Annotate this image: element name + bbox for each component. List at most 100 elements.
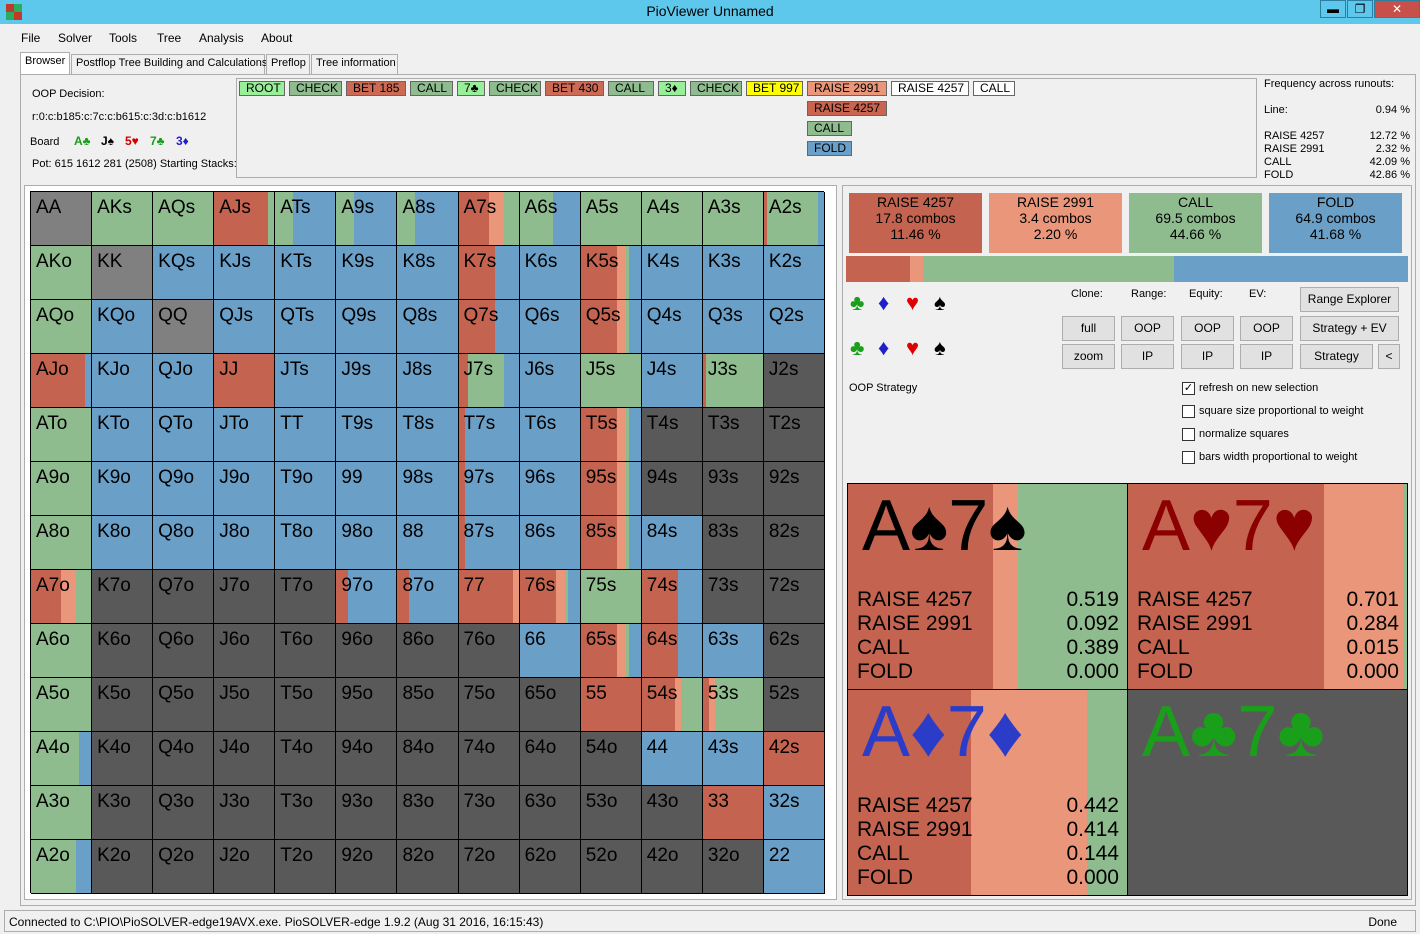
strategy-ev-button[interactable]: Strategy + EV: [1300, 316, 1399, 341]
sub-action-raise-4257[interactable]: RAISE 4257: [807, 101, 887, 116]
hand-cell[interactable]: J7s: [458, 354, 520, 408]
hand-cell[interactable]: 98s: [397, 462, 459, 516]
hand-cell[interactable]: AKo: [31, 246, 93, 300]
hand-cell[interactable]: A3s: [702, 192, 764, 246]
line-action-button[interactable]: ROOT: [239, 81, 285, 96]
hand-cell[interactable]: 95s: [580, 462, 642, 516]
hand-cell[interactable]: 33: [702, 786, 764, 840]
hand-cell[interactable]: 85o: [397, 678, 459, 732]
collapse-button[interactable]: <: [1378, 344, 1400, 369]
hand-cell[interactable]: T2o: [275, 840, 337, 894]
hand-cell[interactable]: 73s: [702, 570, 764, 624]
hand-cell[interactable]: J4s: [641, 354, 703, 408]
hand-cell[interactable]: T7o: [275, 570, 337, 624]
hand-cell[interactable]: A7o: [31, 570, 93, 624]
tab-tree-information[interactable]: Tree information: [311, 54, 398, 74]
tab-postflop-tree[interactable]: Postflop Tree Building and Calculations: [71, 54, 267, 74]
hand-cell[interactable]: 65s: [580, 624, 642, 678]
hand-cell[interactable]: T2s: [763, 408, 825, 462]
hand-cell[interactable]: 84s: [641, 516, 703, 570]
hand-cell[interactable]: T8o: [275, 516, 337, 570]
hand-cell[interactable]: T9o: [275, 462, 337, 516]
hand-cell[interactable]: 96s: [519, 462, 581, 516]
line-action-button[interactable]: RAISE 2991: [807, 81, 887, 96]
hand-cell[interactable]: KK: [92, 246, 154, 300]
hand-cell[interactable]: 92s: [763, 462, 825, 516]
hand-cell[interactable]: KJs: [214, 246, 276, 300]
hand-cell[interactable]: A5o: [31, 678, 93, 732]
line-action-button[interactable]: CALL: [973, 81, 1015, 96]
suit-filter-icon[interactable]: ♠: [934, 292, 946, 314]
hand-cell[interactable]: 64o: [519, 732, 581, 786]
combo-detail-box[interactable]: A♦7♦ RAISE 4257 0.442 RAISE 2991 0.414 CALL 0.…: [847, 689, 1128, 896]
hand-cell[interactable]: K3o: [92, 786, 154, 840]
hand-cell[interactable]: 97o: [336, 570, 398, 624]
hand-cell[interactable]: AA: [31, 192, 93, 246]
tab-browser[interactable]: Browser: [20, 52, 70, 74]
hand-cell[interactable]: 98o: [336, 516, 398, 570]
hand-cell[interactable]: K6s: [519, 246, 581, 300]
hand-cell[interactable]: T6o: [275, 624, 337, 678]
hand-cell[interactable]: 32o: [702, 840, 764, 894]
hand-cell[interactable]: 74o: [458, 732, 520, 786]
hand-cell[interactable]: AJs: [214, 192, 276, 246]
hand-cell[interactable]: JTo: [214, 408, 276, 462]
restore-button[interactable]: ❐: [1347, 0, 1373, 18]
suit-filter-icon[interactable]: ♣: [850, 337, 864, 359]
hand-cell[interactable]: 55: [580, 678, 642, 732]
line-action-button[interactable]: BET 997: [746, 81, 803, 96]
menu-tools[interactable]: Tools: [109, 31, 137, 45]
range-explorer-button[interactable]: Range Explorer: [1300, 287, 1399, 312]
hand-cell[interactable]: 52s: [763, 678, 825, 732]
hand-cell[interactable]: 44: [641, 732, 703, 786]
hand-cell[interactable]: KTo: [92, 408, 154, 462]
hand-cell[interactable]: A4o: [31, 732, 93, 786]
suit-filter-icon[interactable]: ♦: [878, 292, 889, 314]
hand-cell[interactable]: K7s: [458, 246, 520, 300]
close-button[interactable]: ✕: [1374, 0, 1420, 18]
range-oop-button[interactable]: OOP: [1121, 316, 1174, 341]
tab-preflop[interactable]: Preflop: [266, 54, 310, 74]
hand-cell[interactable]: J8s: [397, 354, 459, 408]
hand-cell[interactable]: AQs: [153, 192, 215, 246]
hand-cell[interactable]: QJs: [214, 300, 276, 354]
hand-cell[interactable]: Q6s: [519, 300, 581, 354]
hand-cell[interactable]: Q8s: [397, 300, 459, 354]
line-action-button[interactable]: 7♣: [457, 81, 485, 96]
hand-cell[interactable]: J7o: [214, 570, 276, 624]
minimize-button[interactable]: ▬: [1320, 0, 1346, 18]
hand-cell[interactable]: AQo: [31, 300, 93, 354]
hand-cell[interactable]: A4s: [641, 192, 703, 246]
hand-cell[interactable]: AJo: [31, 354, 93, 408]
hand-cell[interactable]: 82s: [763, 516, 825, 570]
suit-filter-icon[interactable]: ♥: [906, 292, 919, 314]
hand-cell[interactable]: T5s: [580, 408, 642, 462]
hand-cell[interactable]: K7o: [92, 570, 154, 624]
hand-cell[interactable]: 87o: [397, 570, 459, 624]
hand-cell[interactable]: ATs: [275, 192, 337, 246]
hand-cell[interactable]: A6o: [31, 624, 93, 678]
hand-cell[interactable]: 93o: [336, 786, 398, 840]
option-checkbox[interactable]: ✓: [1182, 382, 1195, 395]
hand-cell[interactable]: 42o: [641, 840, 703, 894]
hand-cell[interactable]: J4o: [214, 732, 276, 786]
sub-action-fold[interactable]: FOLD: [807, 141, 852, 156]
hand-cell[interactable]: J9o: [214, 462, 276, 516]
strategy-button[interactable]: Strategy: [1300, 344, 1373, 369]
suit-filter-icon[interactable]: ♥: [906, 337, 919, 359]
hand-cell[interactable]: 62o: [519, 840, 581, 894]
hand-cell[interactable]: T6s: [519, 408, 581, 462]
suit-filter-icon[interactable]: ♦: [878, 337, 889, 359]
hand-cell[interactable]: 53s: [702, 678, 764, 732]
option-checkbox[interactable]: [1182, 451, 1195, 464]
line-action-button[interactable]: CHECK: [690, 81, 742, 96]
hand-cell[interactable]: 74s: [641, 570, 703, 624]
hand-cell[interactable]: 62s: [763, 624, 825, 678]
hand-cell[interactable]: J6o: [214, 624, 276, 678]
hand-cell[interactable]: K4s: [641, 246, 703, 300]
hand-cell[interactable]: A9s: [336, 192, 398, 246]
action-summary-box[interactable]: CALL 69.5 combos 44.66 %: [1129, 193, 1262, 253]
ev-ip-button[interactable]: IP: [1240, 344, 1293, 369]
hand-cell[interactable]: KTs: [275, 246, 337, 300]
hand-cell[interactable]: 53o: [580, 786, 642, 840]
